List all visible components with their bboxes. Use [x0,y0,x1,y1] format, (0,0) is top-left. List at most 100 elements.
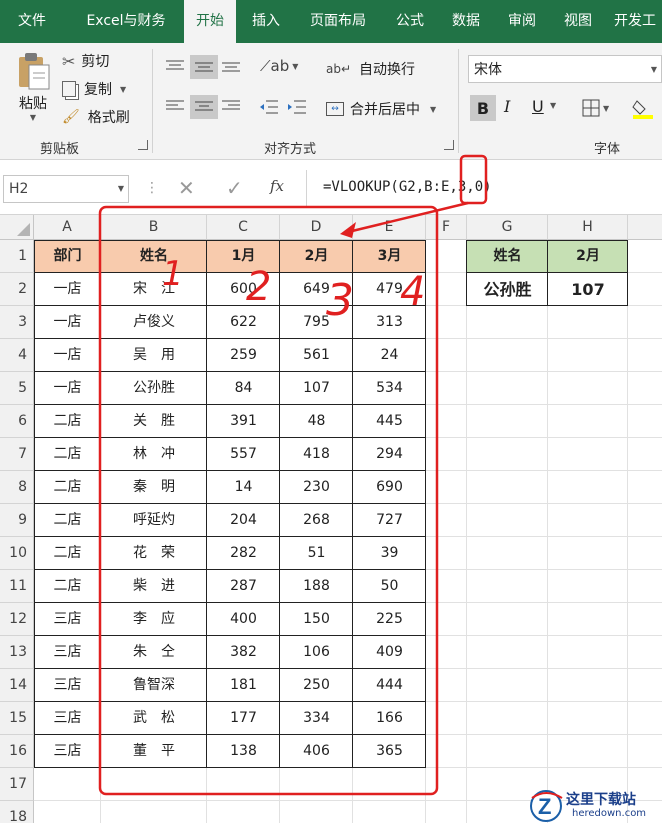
tab-page-layout[interactable]: 页面布局 [300,0,376,43]
row-header-4[interactable]: 4 [0,339,34,372]
table-cell[interactable]: 391 [207,405,280,438]
tab-data[interactable]: 数据 [444,0,488,43]
cut-button[interactable]: ✂ 剪切 [62,51,109,71]
table-cell[interactable]: 365 [353,735,426,768]
table-header-cell[interactable]: 2月 [280,240,353,273]
table-cell[interactable]: 14 [207,471,280,504]
insert-function-icon[interactable]: fx [270,177,284,195]
row-header-18[interactable]: 18 [0,801,34,823]
table-cell[interactable]: 公孙胜 [101,372,207,405]
table-cell[interactable]: 561 [280,339,353,372]
table-cell[interactable]: 690 [353,471,426,504]
table-cell[interactable]: 534 [353,372,426,405]
row-header-12[interactable]: 12 [0,603,34,636]
underline-button[interactable]: U [532,97,544,116]
format-painter-button[interactable]: 🖌 格式刷 [62,107,130,127]
cancel-icon[interactable]: ✕ [178,176,195,200]
table-cell[interactable]: 268 [280,504,353,537]
tab-file[interactable]: 文件 [10,0,54,43]
table-cell[interactable]: 382 [207,636,280,669]
column-header-b[interactable]: B [101,215,207,240]
table-cell[interactable]: 二店 [34,438,101,471]
table-cell[interactable]: 二店 [34,537,101,570]
table-cell[interactable]: 445 [353,405,426,438]
table-cell[interactable]: 150 [280,603,353,636]
table-cell[interactable]: 250 [280,669,353,702]
lookup-header-cell[interactable]: 姓名 [467,240,548,273]
table-cell[interactable]: 444 [353,669,426,702]
table-cell[interactable]: 166 [353,702,426,735]
table-cell[interactable]: 188 [280,570,353,603]
tab-formulas[interactable]: 公式 [388,0,432,43]
tab-view[interactable]: 视图 [556,0,600,43]
table-cell[interactable]: 106 [280,636,353,669]
table-header-cell[interactable]: 3月 [353,240,426,273]
row-header-17[interactable]: 17 [0,768,34,801]
lookup-header-cell[interactable]: 2月 [548,240,628,273]
align-center-button[interactable] [190,95,218,119]
more-icon[interactable]: ⋮ [145,180,159,196]
table-cell[interactable]: 董 平 [101,735,207,768]
table-cell[interactable]: 795 [280,306,353,339]
name-box[interactable]: H2 ▼ [3,175,129,203]
table-cell[interactable]: 吴 用 [101,339,207,372]
tab-home[interactable]: 开始 [184,0,236,43]
alignment-launcher-icon[interactable] [444,140,454,150]
table-cell[interactable]: 50 [353,570,426,603]
borders-button[interactable]: ▼ [582,99,609,117]
column-header-f[interactable]: F [426,215,467,240]
table-cell[interactable]: 一店 [34,339,101,372]
table-cell[interactable]: 230 [280,471,353,504]
column-header-h[interactable]: H [548,215,628,240]
table-cell[interactable]: 39 [353,537,426,570]
column-header-a[interactable]: A [34,215,101,240]
table-cell[interactable]: 24 [353,339,426,372]
row-header-10[interactable]: 10 [0,537,34,570]
column-header-i[interactable] [628,215,662,240]
table-cell[interactable]: 51 [280,537,353,570]
enter-check-icon[interactable]: ✓ [226,176,243,200]
row-header-6[interactable]: 6 [0,405,34,438]
align-bottom-button[interactable] [220,59,242,73]
table-cell[interactable]: 204 [207,504,280,537]
table-cell[interactable]: 林 冲 [101,438,207,471]
table-cell[interactable]: 622 [207,306,280,339]
table-cell[interactable]: 武 松 [101,702,207,735]
table-cell[interactable]: 三店 [34,669,101,702]
table-cell[interactable]: 409 [353,636,426,669]
align-middle-button[interactable] [190,55,218,79]
table-cell[interactable]: 宋 江 [101,273,207,306]
align-left-button[interactable] [164,99,186,113]
row-header-5[interactable]: 5 [0,372,34,405]
align-top-button[interactable] [164,59,186,73]
table-cell[interactable]: 294 [353,438,426,471]
table-cell[interactable]: 84 [207,372,280,405]
table-cell[interactable]: 鲁智深 [101,669,207,702]
row-header-1[interactable]: 1 [0,240,34,273]
table-cell[interactable]: 600 [207,273,280,306]
table-cell[interactable]: 关 胜 [101,405,207,438]
tab-developer[interactable]: 开发工 [614,0,662,43]
table-cell[interactable]: 花 荣 [101,537,207,570]
fill-color-button[interactable] [632,97,654,119]
row-header-7[interactable]: 7 [0,438,34,471]
lookup-name-cell[interactable]: 公孙胜 [467,273,548,306]
lookup-result-cell[interactable]: 107 [548,273,628,306]
table-cell[interactable]: 一店 [34,273,101,306]
wrap-text-button[interactable]: ab↵ 自动换行 [326,59,415,79]
table-cell[interactable]: 406 [280,735,353,768]
row-header-11[interactable]: 11 [0,570,34,603]
formula-input[interactable]: =VLOOKUP(G2,B:E,3,0) [323,179,492,195]
tab-insert[interactable]: 插入 [244,0,288,43]
table-cell[interactable]: 三店 [34,702,101,735]
row-header-9[interactable]: 9 [0,504,34,537]
select-all-corner[interactable] [0,215,34,240]
table-cell[interactable]: 181 [207,669,280,702]
table-cell[interactable]: 三店 [34,735,101,768]
table-cell[interactable]: 一店 [34,372,101,405]
clipboard-launcher-icon[interactable] [138,140,148,150]
table-cell[interactable]: 479 [353,273,426,306]
row-header-2[interactable]: 2 [0,273,34,306]
tab-excel-finance[interactable]: Excel与财务 [76,0,176,43]
table-cell[interactable]: 卢俊义 [101,306,207,339]
